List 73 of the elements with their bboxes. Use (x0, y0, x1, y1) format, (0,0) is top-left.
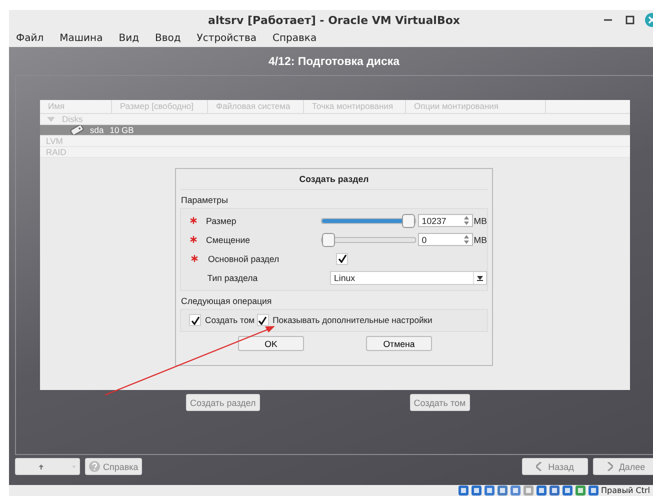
device-status-icon (562, 485, 573, 496)
column-header[interactable]: Точка монтирования (304, 100, 406, 113)
spin-arrows-icon (462, 215, 470, 226)
action-button[interactable]: Создать том (410, 394, 470, 411)
device-status-icon (536, 485, 547, 496)
help-icon (89, 461, 100, 472)
table-row[interactable]: sda 10 GB (40, 125, 630, 136)
checkbox[interactable] (189, 314, 201, 326)
device-status-icon (549, 485, 560, 496)
row-name: Disks (62, 114, 83, 124)
help-button[interactable]: Справка (85, 458, 142, 475)
slider-thumb[interactable] (322, 232, 335, 246)
column-header[interactable]: Файловая система (208, 100, 304, 113)
cancel-button[interactable]: Отмена (366, 336, 432, 351)
up-arrow-icon (38, 462, 44, 472)
field-label: Основной раздел (207, 254, 280, 264)
next-button[interactable]: Далее (593, 458, 653, 475)
checkbox[interactable] (256, 314, 269, 326)
maximize-icon (625, 15, 635, 25)
chevron-right-icon (606, 462, 613, 471)
section-title: Следующая операция (180, 295, 273, 308)
spin-field[interactable]: 0 (418, 233, 473, 246)
spin-field[interactable]: 10237 (418, 214, 473, 227)
field-label: Размер (205, 216, 238, 226)
menu-item[interactable]: Файл (16, 33, 44, 44)
menu-item[interactable]: Машина (60, 33, 103, 44)
field-label: Смещение (205, 234, 252, 244)
section-title: Параметры (180, 194, 229, 207)
table-row[interactable]: LVM (40, 136, 630, 147)
device-status-icon (575, 485, 586, 496)
step-title: 4/12: Подготовка диска (267, 55, 401, 70)
unit-label: MB (474, 216, 487, 226)
checkbox-label: Показывать дополнительные настройки (272, 315, 432, 325)
partition-type-dropdown[interactable]: Linux (330, 270, 487, 284)
row-name: RAID (46, 147, 66, 157)
menu-item[interactable]: Вид (118, 33, 139, 44)
window-title: altsrv [Работает] - Oracle VM VirtualBox (207, 14, 461, 26)
back-button[interactable]: Назад (522, 458, 588, 475)
device-status-icon (484, 485, 495, 496)
table-row[interactable]: Disks (40, 114, 630, 125)
unit-label: MB (474, 234, 487, 244)
spin-arrows-icon (462, 234, 470, 245)
menu-item[interactable]: Ввод (155, 33, 181, 44)
device-status-icon (510, 485, 521, 496)
ok-button[interactable]: OK (238, 336, 304, 351)
slider-thumb[interactable] (402, 214, 415, 228)
row-name: sda (90, 125, 104, 135)
check-icon (338, 254, 346, 263)
chevron-left-icon (536, 462, 542, 471)
device-status-icon (458, 485, 469, 496)
device-status-icon (588, 485, 599, 496)
checkbox-label: Создать том (205, 315, 255, 325)
dropdown-arrow-icon (476, 274, 484, 280)
row-size: 10 GB (110, 125, 134, 135)
check-icon (258, 316, 268, 324)
device-status-icon (523, 485, 534, 496)
dialog-title: Создать раздел (180, 169, 488, 190)
device-status-icon (497, 485, 508, 496)
action-button[interactable]: Создать раздел (186, 394, 260, 411)
check-icon (190, 316, 200, 324)
device-status-icon (471, 485, 482, 496)
checkbox[interactable] (336, 252, 348, 264)
host-key-label: Правый Ctrl (601, 486, 652, 495)
column-header[interactable]: Размер [свободно] (112, 100, 208, 113)
column-header[interactable]: Имя (40, 100, 112, 113)
field-label: Тип раздела (206, 272, 259, 282)
minimize-icon (603, 19, 613, 21)
table-row[interactable]: RAID (40, 147, 630, 158)
column-header[interactable]: Опции монтирования (406, 100, 546, 113)
menu-item[interactable]: Устройства (196, 33, 257, 44)
maximize-button[interactable] (623, 13, 637, 27)
menu-item[interactable]: Справка (272, 33, 317, 44)
row-name: LVM (46, 136, 63, 146)
